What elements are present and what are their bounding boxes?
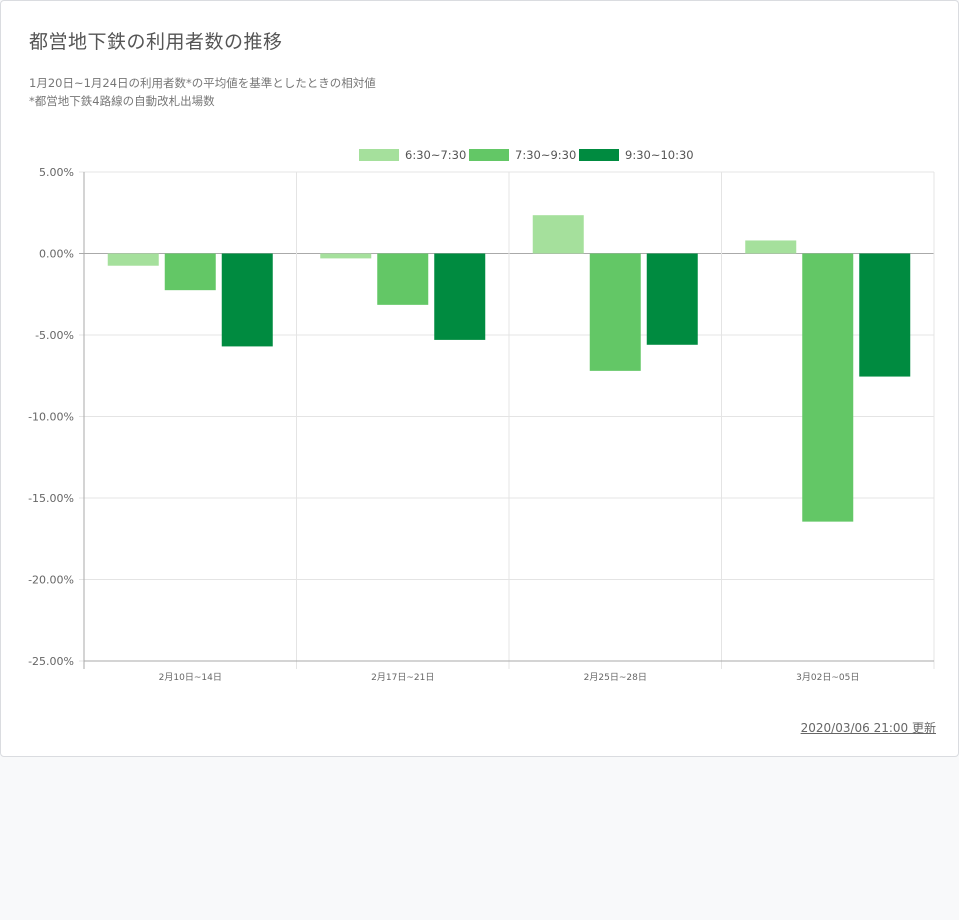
y-tick-label: -20.00% (28, 574, 74, 587)
page-title: 都営地下鉄の利用者数の推移 (29, 31, 283, 53)
legend-swatch (469, 149, 509, 161)
y-tick-label: 0.00% (39, 248, 74, 261)
bar (434, 253, 486, 340)
y-tick-label: -5.00% (35, 329, 74, 342)
updated-timestamp-link[interactable]: 2020/03/06 21:00 更新 (801, 719, 936, 736)
chart-subtitle: 1月20日~1月24日の利用者数*の平均値を基準としたときの相対値 (29, 76, 376, 90)
bar (589, 253, 641, 371)
bar (802, 253, 854, 522)
y-tick-label: -15.00% (28, 492, 74, 505)
y-tick-label: 5.00% (39, 166, 74, 179)
bar (377, 253, 429, 305)
chart-footnote: *都営地下鉄4路線の自動改札出場数 (29, 94, 215, 108)
bar (745, 240, 797, 254)
bar (859, 253, 911, 377)
y-tick-label: -25.00% (28, 655, 74, 668)
legend-swatch (579, 149, 619, 161)
legend-label: 7:30~9:30 (515, 148, 576, 162)
legend-swatch (359, 149, 399, 161)
bar-chart: 5.00% 0.00% -5.00% -10.00% -15.00% -20.00% -25… (28, 148, 935, 683)
bar (646, 253, 698, 345)
bar (320, 253, 372, 259)
x-tick-label: 2月17日~21日 (371, 672, 434, 683)
legend-label: 9:30~10:30 (625, 148, 694, 162)
y-tick-label: -10.00% (28, 411, 74, 424)
chart-card: 都営地下鉄の利用者数の推移 1月20日~1月24日の利用者数*の平均値を基準とし… (0, 0, 959, 757)
x-tick-label: 2月10日~14日 (159, 672, 222, 683)
x-tick-label: 2月25日~28日 (584, 672, 647, 683)
legend-label: 6:30~7:30 (405, 148, 466, 162)
x-tick-label: 3月02日~05日 (796, 672, 859, 683)
bar (532, 215, 584, 254)
bar (164, 253, 216, 291)
bar (221, 253, 273, 347)
bar (107, 253, 159, 266)
